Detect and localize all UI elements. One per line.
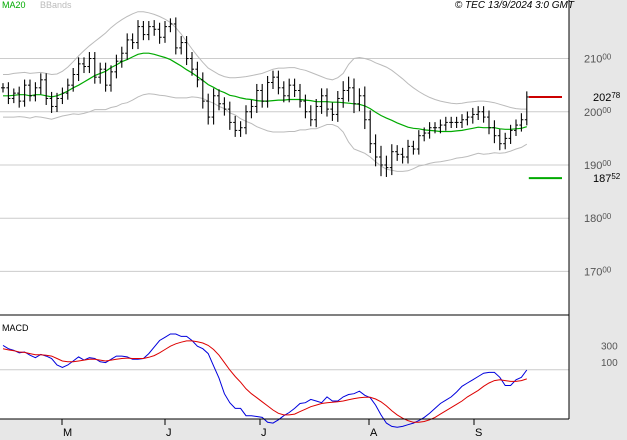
time-axis-panel <box>0 419 569 440</box>
axis-ticks: 1700018000190002000021000100300M J J A S <box>61 53 618 439</box>
month-label: J <box>166 427 172 439</box>
macd-tick-label: 300 <box>601 341 618 352</box>
month-label: M <box>63 427 72 439</box>
macd-signal-line <box>2 340 527 423</box>
price-bars <box>1 17 529 177</box>
price-tick-sub: 00 <box>602 212 611 221</box>
bbands-legend-label: BBands <box>40 0 72 10</box>
price-tick-sub: 00 <box>602 159 611 168</box>
month-label: J <box>261 427 267 439</box>
ma20-line <box>3 52 527 133</box>
chart-frame <box>0 0 570 420</box>
copyright-text: © TEC 13/9/2024 3:0 GMT <box>455 0 575 11</box>
macd-tick-label: 100 <box>601 358 618 369</box>
price-tick-sub: 00 <box>602 106 611 115</box>
ma20-legend-label: MA20 <box>2 0 26 10</box>
stock-chart: 2027818752 17000180001900020000210001003… <box>0 0 627 440</box>
macd-line <box>2 333 528 428</box>
bbands-lower-line <box>3 93 528 172</box>
support-level-sub: 52 <box>611 172 620 181</box>
grid-lines <box>0 58 569 371</box>
month-label: S <box>475 427 482 439</box>
ma20-line-path <box>3 52 527 133</box>
price-tick-sub: 00 <box>602 265 611 274</box>
resistance-level-sub: 78 <box>611 91 620 100</box>
bbands-upper-line <box>3 11 527 110</box>
bollinger-bands <box>3 11 528 172</box>
price-tick-sub: 00 <box>602 53 611 62</box>
macd-lines <box>2 333 528 428</box>
macd-panel-title: MACD <box>2 323 29 333</box>
month-label: A <box>370 427 378 439</box>
